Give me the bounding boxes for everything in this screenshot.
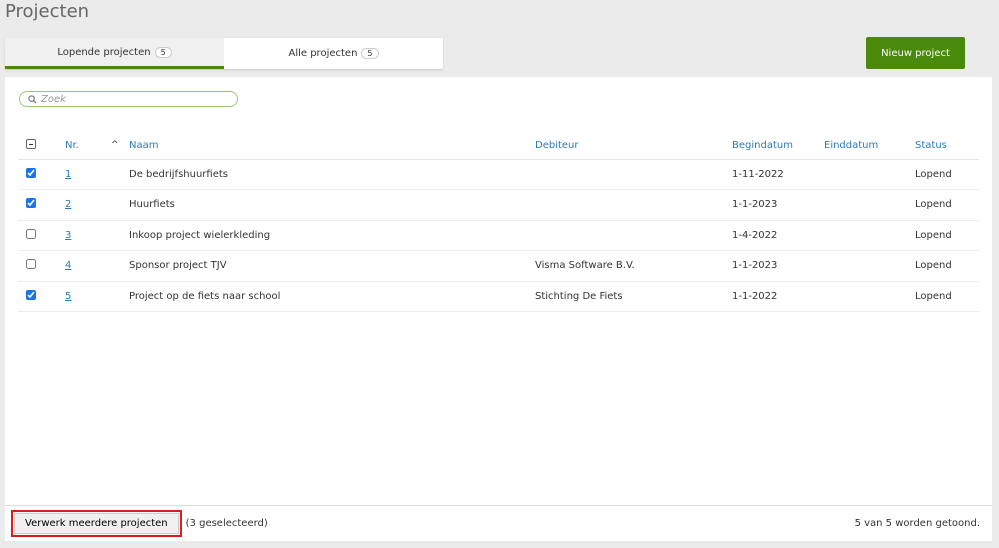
projects-table: Nr. ^ Naam Debiteur Begindatum Einddatum … (18, 133, 979, 312)
cell-begindatum: 1-1-2023 (732, 250, 824, 282)
cell-einddatum (824, 281, 915, 312)
table-row[interactable]: 3 Inkoop project wielerkleding 1-4-2022 … (18, 220, 979, 251)
project-number-link[interactable]: 4 (65, 260, 71, 271)
project-number-link[interactable]: 3 (65, 230, 71, 241)
row-checkbox[interactable] (26, 167, 36, 178)
table-row[interactable]: 4 Sponsor project TJV Visma Software B.V… (18, 250, 979, 282)
cell-einddatum (824, 159, 915, 190)
cell-debiteur (535, 220, 732, 251)
cell-status: Lopend (915, 250, 979, 282)
column-debiteur[interactable]: Debiteur (535, 133, 732, 160)
cell-naam: Sponsor project TJV (129, 250, 535, 282)
cell-einddatum (824, 250, 915, 282)
cell-status: Lopend (915, 220, 979, 251)
cell-naam: Huurfiets (129, 189, 535, 221)
tab-label: Lopende projecten (57, 46, 151, 58)
cell-einddatum (824, 189, 915, 221)
count-badge: 5 (154, 46, 172, 58)
tab-bar: Lopende projecten 5 Alle projecten 5 (5, 38, 443, 69)
cell-debiteur (535, 159, 732, 190)
cell-einddatum (824, 220, 915, 251)
row-checkbox[interactable] (26, 259, 36, 270)
cell-debiteur: Stichting De Fiets (535, 281, 732, 312)
cell-begindatum: 1-4-2022 (732, 220, 824, 251)
page-title: Projecten (5, 1, 90, 22)
table-row[interactable]: 5 Project op de fiets naar school Sticht… (18, 281, 979, 312)
cell-debiteur: Visma Software B.V. (535, 250, 732, 282)
column-naam[interactable]: Naam (129, 133, 535, 160)
table-row[interactable]: 2 Huurfiets 1-1-2023 Lopend (18, 189, 979, 221)
highlight-box: Verwerk meerdere projecten (11, 510, 182, 537)
column-einddatum[interactable]: Einddatum (824, 133, 915, 160)
select-all-checkbox[interactable] (26, 139, 36, 150)
cell-naam: Project op de fiets naar school (129, 281, 535, 312)
new-project-button[interactable]: Nieuw project (866, 37, 965, 69)
cell-begindatum: 1-11-2022 (732, 159, 824, 190)
projects-panel: Nr.^ Naam Debiteur Begindatum Einddatum … (5, 77, 992, 541)
table-header: Nr. ^ Naam Debiteur Begindatum Einddatum … (18, 133, 979, 160)
bulk-process-button[interactable]: Verwerk meerdere projecten (14, 513, 179, 534)
cell-begindatum: 1-1-2022 (732, 281, 824, 312)
column-begindatum[interactable]: Begindatum (732, 133, 824, 160)
search-input[interactable] (41, 93, 221, 105)
table-footer: Verwerk meerdere projecten (3 geselectee… (5, 505, 992, 541)
column-nr[interactable]: Nr. ^ (52, 133, 129, 160)
tab-label: Alle projecten (288, 48, 358, 59)
project-number-link[interactable]: 1 (65, 169, 71, 180)
row-checkbox[interactable] (26, 228, 36, 239)
row-checkbox[interactable] (26, 289, 36, 300)
cell-status: Lopend (915, 159, 979, 190)
tab-alle-projecten[interactable]: Alle projecten 5 (224, 38, 443, 69)
column-label: Nr. (65, 140, 79, 152)
cell-begindatum: 1-1-2023 (732, 189, 824, 221)
result-count: 5 van 5 worden getoond. (854, 518, 980, 529)
search-box (19, 91, 238, 107)
sort-ascending-icon[interactable]: ^ (111, 140, 119, 150)
search-icon (28, 94, 37, 104)
selected-count: (3 geselecteerd) (185, 518, 268, 529)
cell-naam: Inkoop project wielerkleding (129, 220, 535, 251)
project-number-link[interactable]: 2 (65, 199, 71, 210)
row-checkbox[interactable] (26, 198, 36, 209)
cell-status: Lopend (915, 189, 979, 221)
table-row[interactable]: 1 De bedrijfshuurfiets 1-11-2022 Lopend (18, 159, 979, 190)
cell-naam: De bedrijfshuurfiets (129, 159, 535, 190)
tab-lopende-projecten[interactable]: Lopende projecten 5 (5, 38, 224, 69)
project-number-link[interactable]: 5 (65, 291, 71, 302)
count-badge: 5 (361, 48, 379, 59)
cell-debiteur (535, 189, 732, 221)
cell-status: Lopend (915, 281, 979, 312)
column-status[interactable]: Status (915, 133, 979, 160)
